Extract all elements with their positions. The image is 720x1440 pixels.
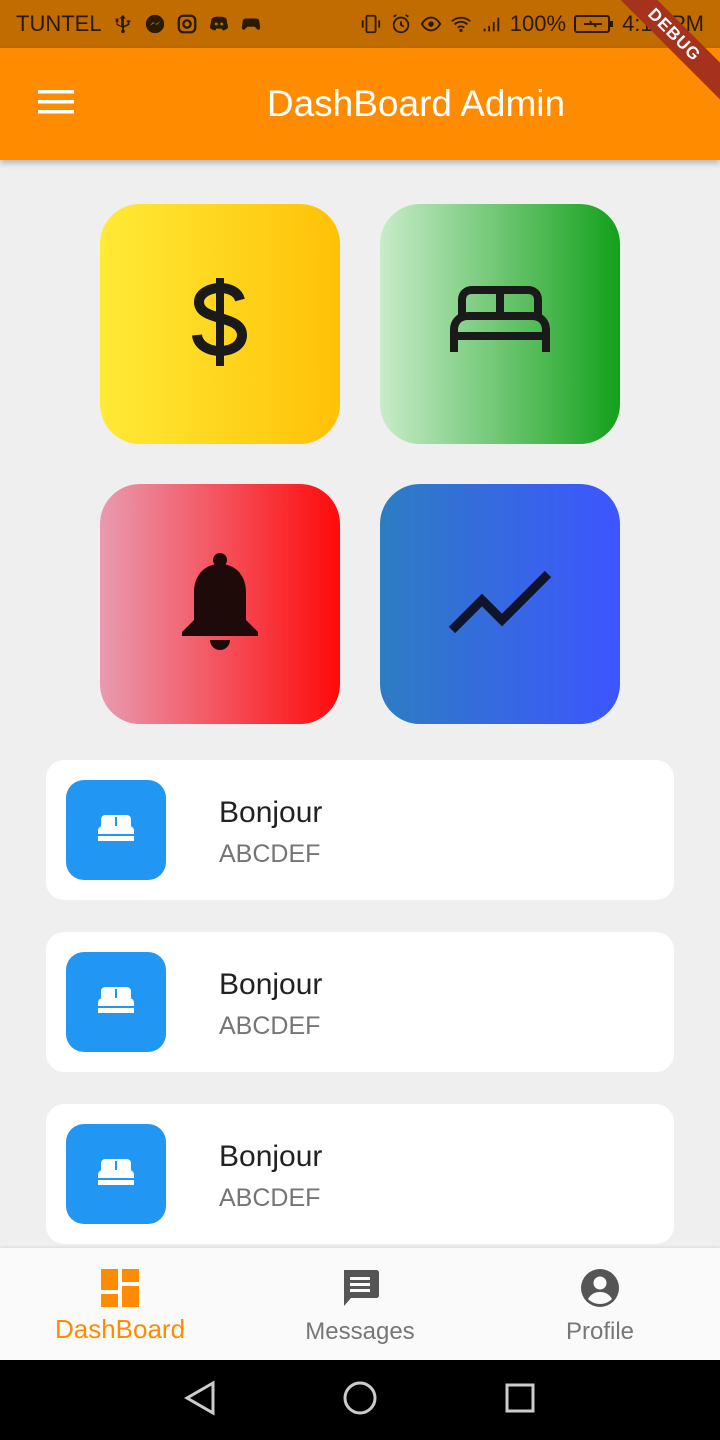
recents-square-icon [504,1382,536,1419]
account-circle-icon [580,1268,620,1308]
dashboard-icon [100,1268,140,1308]
discord-icon [208,13,230,35]
list-item-subtitle: ABCDEF [219,1184,321,1212]
bed-icon [450,285,550,363]
tile-statistics[interactable] [380,484,620,724]
back-triangle-icon [183,1379,217,1421]
trending-up-icon [448,568,552,641]
alarm-icon [390,13,412,35]
eye-icon [420,13,442,35]
list-item[interactable]: Bonjour ABCDEF [46,1104,674,1244]
home-circle-icon [342,1380,378,1421]
list-item-subtitle: ABCDEF [219,840,321,868]
system-navigation-bar [0,1360,720,1440]
back-button[interactable] [180,1379,220,1421]
bed-icon [96,813,136,848]
bed-icon [96,1157,136,1192]
instagram-icon [176,13,198,35]
usb-icon [112,13,134,35]
tile-revenue[interactable] [100,204,340,444]
list-item[interactable]: Bonjour ABCDEF [46,932,674,1072]
list-item-subtitle: ABCDEF [219,1012,321,1040]
dollar-icon [190,274,250,375]
tile-rooms[interactable] [380,204,620,444]
bell-icon [178,552,262,657]
nav-item-dashboard[interactable]: DashBoard [0,1248,240,1360]
signal-icon [480,13,502,35]
gamepad-icon [240,13,262,35]
message-icon [340,1268,380,1308]
nav-item-messages[interactable]: Messages [240,1248,480,1360]
wifi-icon [450,13,472,35]
home-button[interactable] [340,1380,380,1420]
bed-icon [96,985,136,1020]
messenger-icon [144,13,166,35]
list-item-icon-box [66,952,166,1052]
battery-charging-icon [574,13,614,35]
recents-button[interactable] [500,1380,540,1420]
status-bar: TUNTEL 100% [0,0,720,48]
page-title: DashBoard Admin [266,83,566,124]
tile-notifications[interactable] [100,484,340,724]
vibrate-icon [360,13,382,35]
list-item-title: Bonjour [219,1140,323,1173]
app-bar: DashBoard Admin [0,48,720,160]
nav-label-profile: Profile [565,1318,635,1345]
nav-label-dashboard: DashBoard [54,1314,186,1344]
carrier-name: TUNTEL [16,11,102,36]
list-item-title: Bonjour [219,796,323,829]
nav-label-messages: Messages [305,1318,415,1345]
list-item-icon-box [66,1124,166,1224]
bottom-navigation: DashBoard Messages Profile [0,1248,720,1360]
nav-item-profile[interactable]: Profile [480,1248,720,1360]
list-item-title: Bonjour [219,968,323,1001]
list-item[interactable]: Bonjour ABCDEF [46,760,674,900]
list-item-icon-box [66,780,166,880]
battery-percentage: 100% [509,11,567,36]
